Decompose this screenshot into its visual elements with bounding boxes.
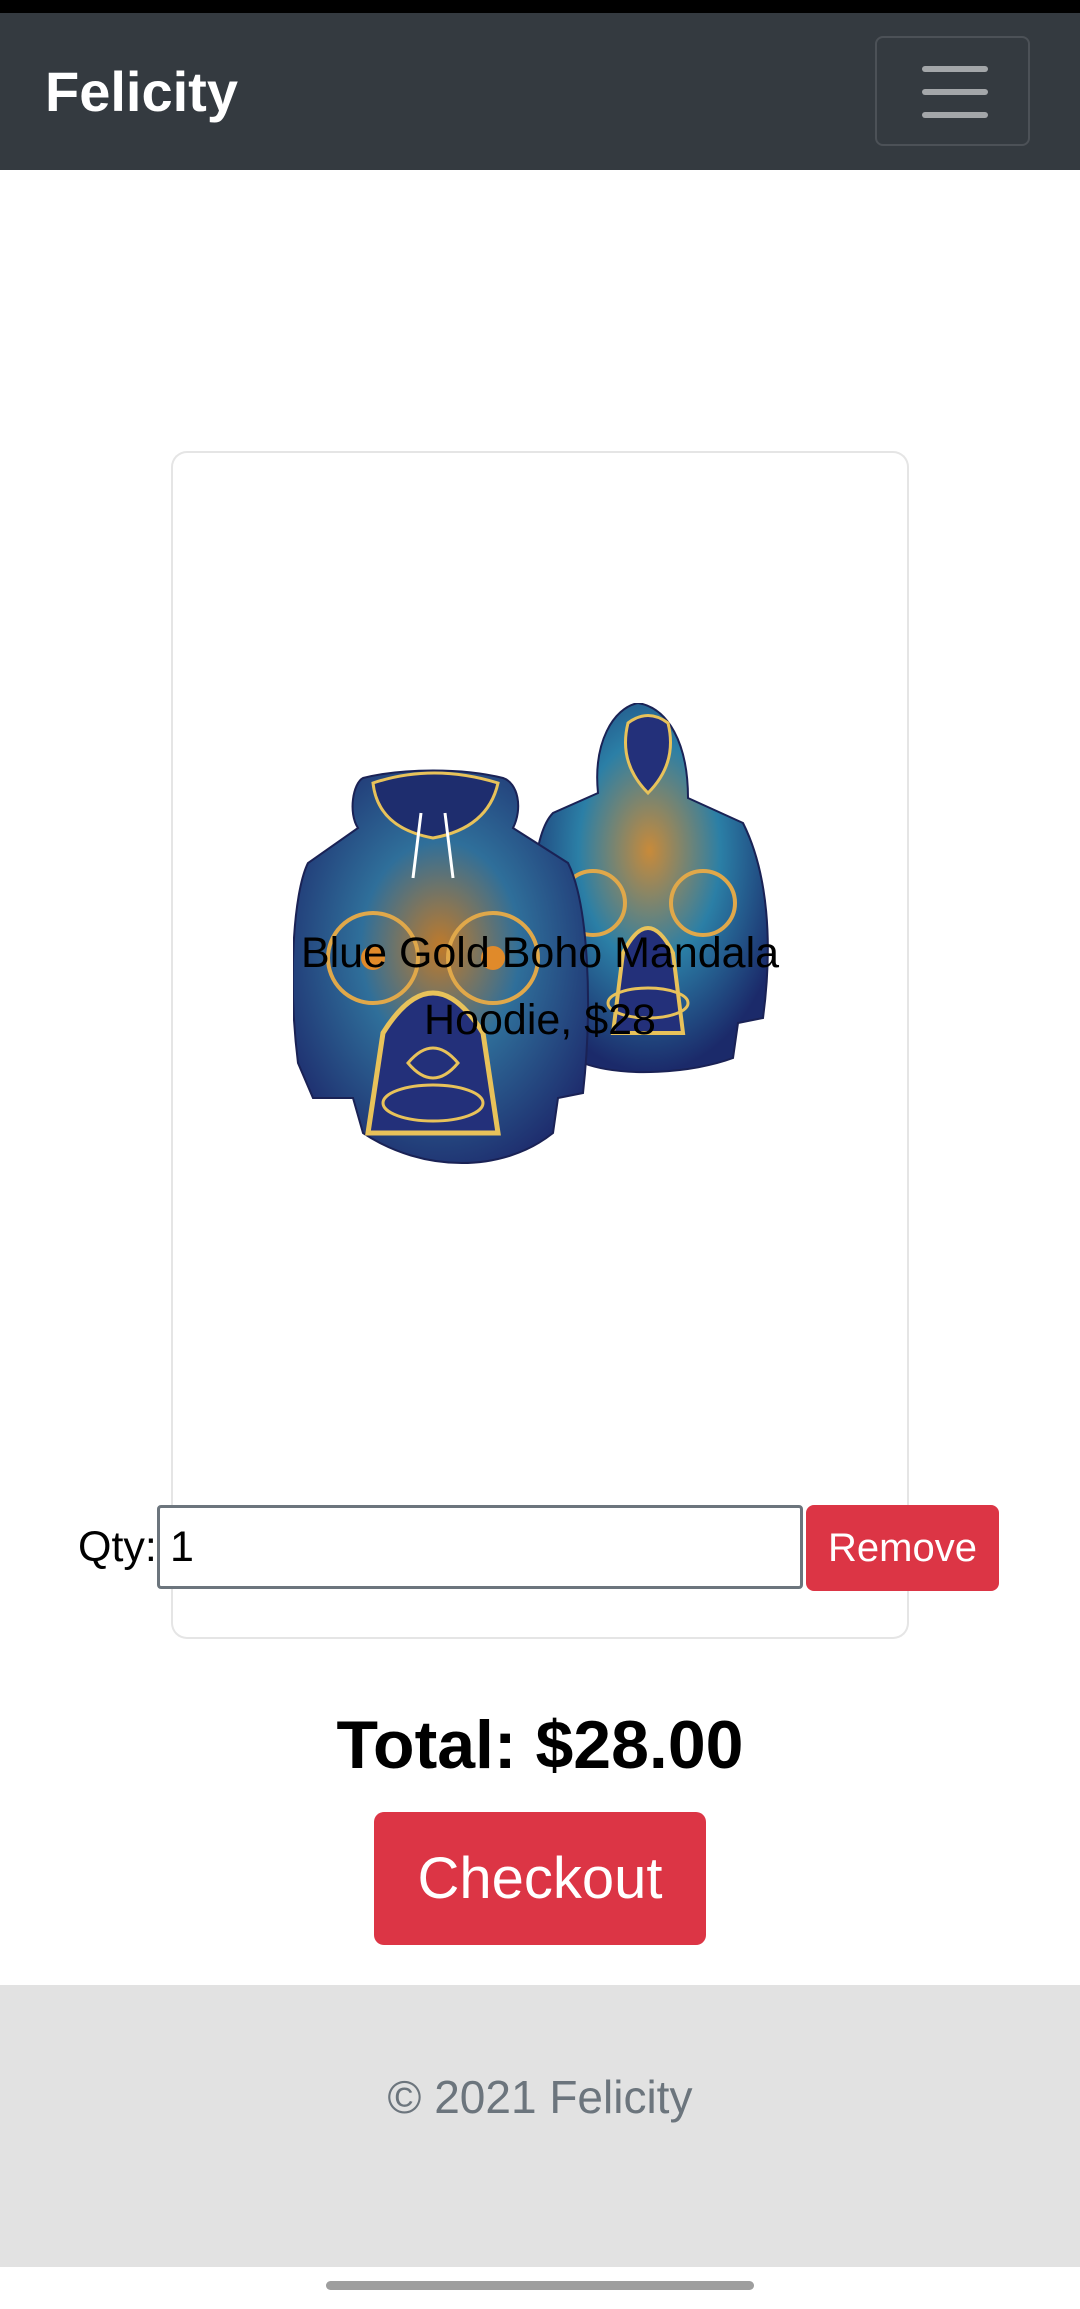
product-name: Blue Gold Boho Mandala Hoodie, $28	[0, 920, 1080, 1054]
footer: © 2021 Felicity	[0, 1985, 1080, 2267]
copyright-text: © 2021 Felicity	[387, 2071, 693, 2123]
quantity-input[interactable]	[157, 1505, 803, 1589]
home-indicator[interactable]	[326, 2281, 754, 2290]
checkout-button[interactable]: Checkout	[374, 1812, 706, 1945]
menu-toggle-button[interactable]	[875, 36, 1030, 146]
cart-total: Total: $28.00	[336, 1707, 744, 1783]
product-name-text: Blue Gold Boho Mandala Hoodie, $28	[300, 929, 780, 1044]
remove-button[interactable]: Remove	[806, 1505, 999, 1591]
brand-logo[interactable]: Felicity	[45, 61, 238, 123]
quantity-row: Qty: Remove	[0, 1505, 1080, 1591]
qty-label: Qty:	[78, 1523, 157, 1571]
status-bar	[0, 0, 1080, 13]
navbar: Felicity	[0, 13, 1080, 170]
